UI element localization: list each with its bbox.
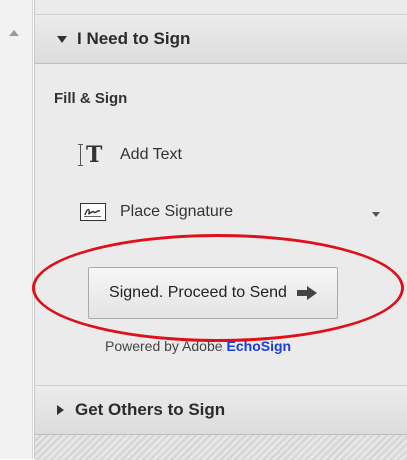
proceed-button-label: Signed. Proceed to Send bbox=[109, 284, 287, 301]
section-title: I Need to Sign bbox=[77, 29, 191, 48]
add-text-label: Add Text bbox=[120, 146, 182, 163]
fill-sign-label: Fill & Sign bbox=[54, 90, 128, 107]
section-header-i-need-to-sign[interactable]: I Need to Sign bbox=[35, 14, 407, 64]
echosign-link[interactable]: EchoSign bbox=[227, 338, 292, 354]
expand-triangle-icon bbox=[57, 35, 67, 43]
scroll-up-arrow-icon[interactable] bbox=[9, 30, 19, 36]
panel-footer-hatch bbox=[35, 434, 407, 460]
add-text-tool[interactable]: T Add Text bbox=[78, 143, 182, 167]
powered-by-text: Powered by Adobe EchoSign bbox=[105, 338, 291, 354]
scrollbar[interactable] bbox=[0, 0, 33, 459]
place-signature-tool[interactable]: Place Signature bbox=[80, 203, 380, 221]
place-signature-label: Place Signature bbox=[120, 203, 233, 220]
section-title: Get Others to Sign bbox=[75, 400, 226, 419]
arrow-right-icon bbox=[296, 286, 317, 300]
signature-icon bbox=[80, 203, 106, 221]
chevron-down-icon[interactable] bbox=[372, 212, 380, 217]
proceed-to-send-button[interactable]: Signed. Proceed to Send bbox=[88, 267, 338, 319]
collapse-triangle-icon bbox=[57, 405, 64, 415]
text-tool-icon: T bbox=[78, 143, 106, 167]
section-header-get-others-to-sign[interactable]: Get Others to Sign bbox=[35, 385, 407, 435]
sign-panel: I Need to Sign Fill & Sign T Add Text Pl… bbox=[34, 0, 407, 460]
powered-by-prefix: Powered by Adobe bbox=[105, 338, 223, 354]
